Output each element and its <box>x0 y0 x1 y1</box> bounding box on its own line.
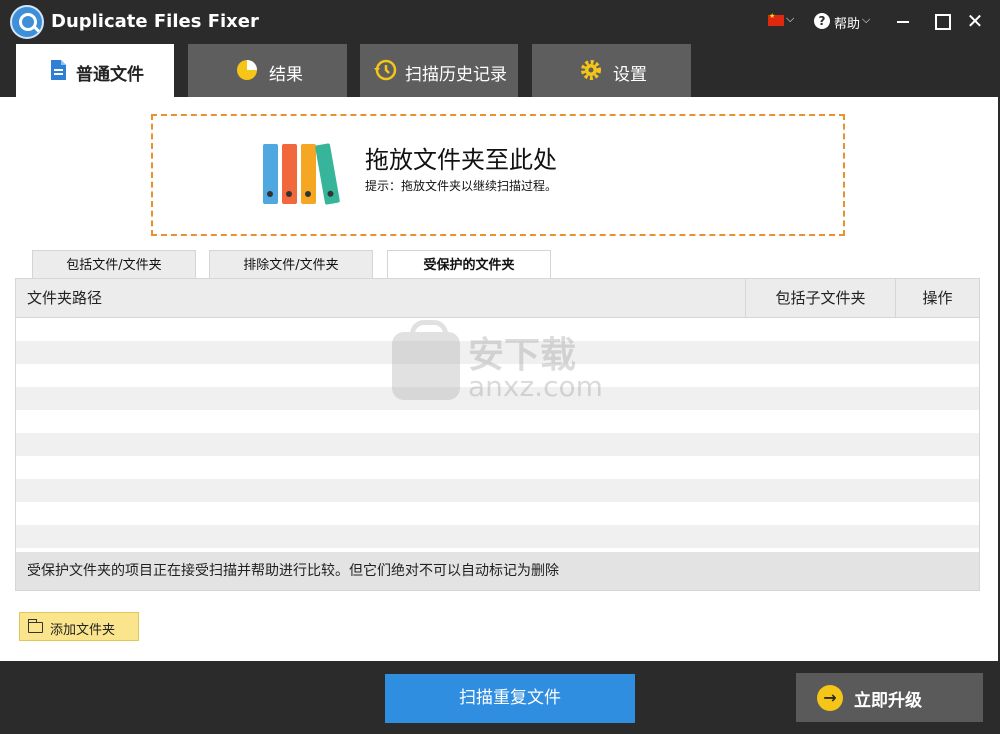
watermark-bag-icon <box>392 320 460 400</box>
maximize-button[interactable] <box>928 8 954 34</box>
add-folder-button[interactable]: 添加文件夹 <box>19 612 139 641</box>
dropzone-hint: 提示：拖放文件夹以继续扫描过程。 <box>365 179 558 193</box>
tab-results[interactable]: 结果 <box>188 44 347 97</box>
tab-scan-history[interactable]: 扫描历史记录 <box>360 44 518 97</box>
tab-general-files[interactable]: 普通文件 <box>16 44 174 97</box>
binder <box>314 143 341 205</box>
help-icon[interactable]: ? <box>814 13 830 29</box>
scan-duplicates-button[interactable]: 扫描重复文件 <box>385 674 635 723</box>
arrow-right-icon: → <box>817 685 843 711</box>
document-icon <box>51 60 66 80</box>
table-row <box>16 410 979 433</box>
minimize-button[interactable] <box>890 8 916 34</box>
watermark: 安下载 anxz.com <box>392 320 607 407</box>
app-title: Duplicate Files Fixer <box>51 11 259 32</box>
help-chevron-down-icon[interactable]: ⌵ <box>862 13 870 27</box>
upgrade-button[interactable]: → 立即升级 <box>796 673 983 722</box>
table-row <box>16 502 979 525</box>
column-folder-path: 文件夹路径 <box>27 289 103 307</box>
history-clock-icon <box>374 59 397 81</box>
tab-settings[interactable]: 设置 <box>532 44 691 97</box>
language-chevron-down-icon[interactable]: ⌵ <box>786 12 794 26</box>
upgrade-label: 立即升级 <box>854 691 922 711</box>
subtab-exclude-files[interactable]: 排除文件/文件夹 <box>209 250 373 279</box>
add-folder-label: 添加文件夹 <box>50 623 116 638</box>
binders-icon <box>263 143 347 210</box>
binder <box>301 144 316 204</box>
binder <box>282 144 297 204</box>
dropzone-title: 拖放文件夹至此处 <box>365 146 557 174</box>
table-row <box>16 479 979 502</box>
app-logo-icon <box>10 5 44 39</box>
column-include-subfolders: 包括子文件夹 <box>745 279 895 318</box>
tab-label: 结果 <box>269 65 303 85</box>
subtab-protected-folders[interactable]: 受保护的文件夹 <box>387 250 551 280</box>
drop-folder-zone[interactable]: 拖放文件夹至此处 提示：拖放文件夹以继续扫描过程。 <box>151 114 845 236</box>
bottom-bar: 扫描重复文件 → 立即升级 <box>0 661 1000 734</box>
main-tab-bar: 普通文件 结果 扫描历史记录 设置 <box>0 44 1000 97</box>
table-header: 文件夹路径 包括子文件夹 操作 <box>16 279 979 318</box>
table-row <box>16 433 979 456</box>
main-panel: 拖放文件夹至此处 提示：拖放文件夹以继续扫描过程。 包括文件/文件夹 排除文件/… <box>0 97 998 661</box>
table-row <box>16 525 979 548</box>
close-button[interactable]: ✕ <box>962 8 988 34</box>
help-menu[interactable]: 帮助 <box>834 13 860 32</box>
pie-chart-icon <box>237 60 257 80</box>
tab-label: 设置 <box>613 65 647 85</box>
gear-icon <box>581 60 601 80</box>
subtab-include-files[interactable]: 包括文件/文件夹 <box>32 250 196 279</box>
language-flag-icon[interactable] <box>768 12 784 26</box>
watermark-en: anxz.com <box>468 370 603 403</box>
table-row <box>16 456 979 479</box>
binder <box>263 144 278 204</box>
folder-icon <box>28 619 43 633</box>
table-footer-note: 受保护文件夹的项目正在接受扫描并帮助进行比较。但它们绝对不可以自动标记为删除 <box>16 552 979 590</box>
column-action: 操作 <box>895 279 979 318</box>
title-bar: Duplicate Files Fixer ⌵ ? 帮助 ⌵ ✕ <box>0 0 1000 44</box>
tab-label: 普通文件 <box>76 65 144 85</box>
tab-label: 扫描历史记录 <box>405 65 507 85</box>
